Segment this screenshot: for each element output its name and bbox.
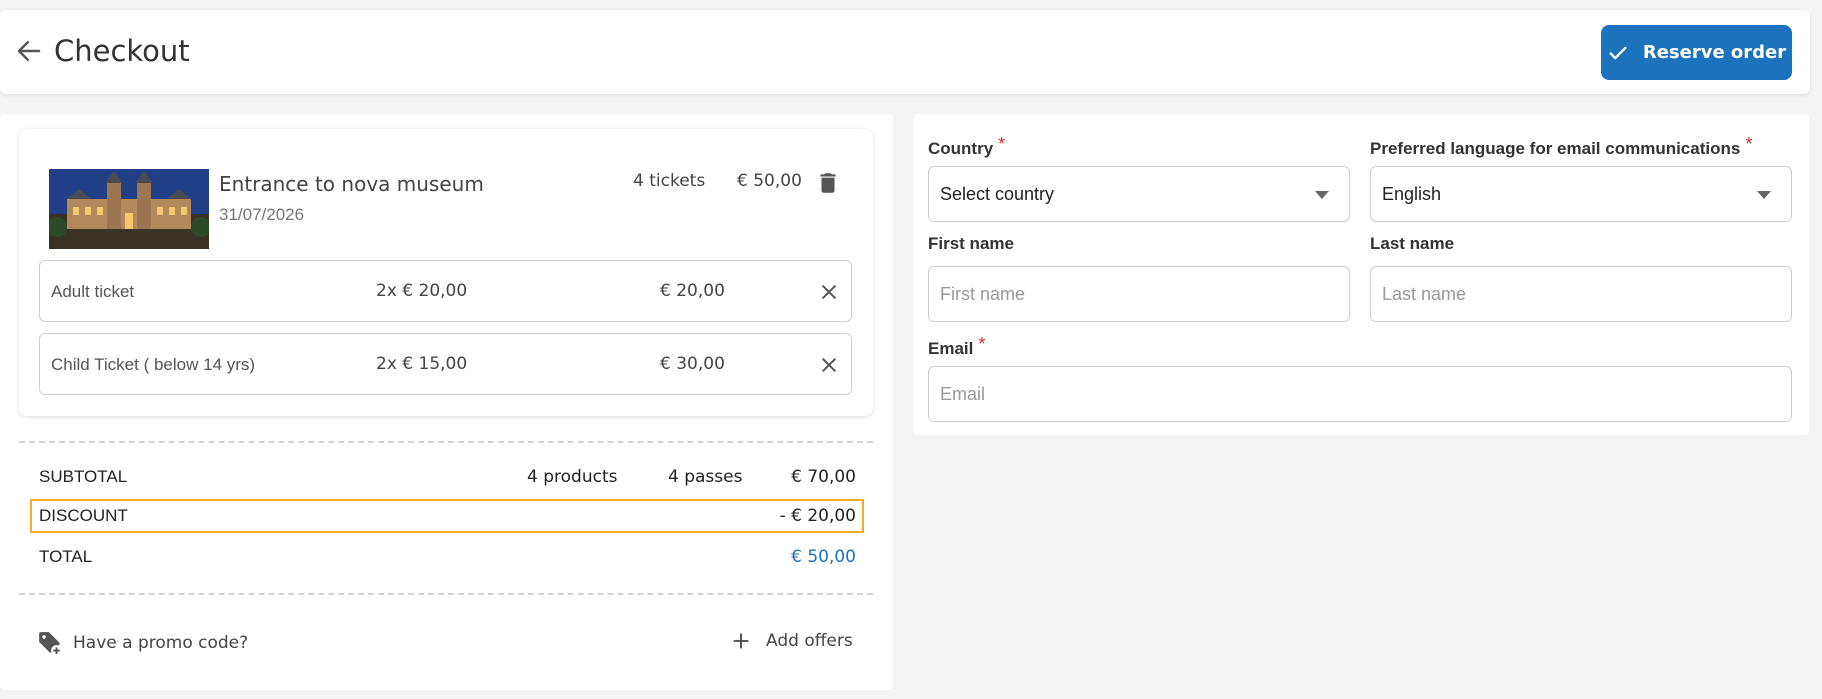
reserve-order-label: Reserve order [1642,42,1787,63]
plus-icon [733,633,749,649]
ticket-row: Adult ticket 2x € 20,00 € 20,00 [39,260,852,322]
language-select-value: English [1382,184,1442,204]
subtotal-amount: € 70,00 [791,467,856,487]
email-input[interactable] [929,367,1791,421]
country-select-value: Select country [940,184,1055,204]
subtotal-row: SUBTOTAL 4 products 4 passes € 70,00 [30,460,864,494]
country-select[interactable]: Select country [928,166,1350,222]
required-marker: * [1745,134,1753,154]
caret-down-icon [1315,191,1329,199]
add-offers-button[interactable]: Add offers [730,630,853,652]
total-amount: € 50,00 [791,547,856,567]
product-date: 31/07/2026 [219,205,305,224]
arrow-left-icon[interactable] [14,36,44,66]
divider [19,593,873,595]
close-icon[interactable] [819,355,839,375]
discount-row: DISCOUNT - € 20,00 [30,499,864,533]
ticket-total: € 30,00 [660,354,725,374]
product-image [49,169,209,249]
page-title: Checkout [54,34,190,68]
product-count: 4 products [527,467,618,487]
required-marker: * [998,134,1006,154]
ticket-name: Adult ticket [51,282,135,301]
tag-plus-icon [39,632,62,656]
email-label: Email * [928,334,986,358]
subtotal-label: SUBTOTAL [39,467,128,486]
cart-panel: Entrance to nova museum 31/07/2026 4 tic… [0,114,893,690]
total-label: TOTAL [39,547,93,566]
add-offers-label: Add offers [766,631,853,651]
trash-icon[interactable] [815,169,841,197]
first-name-label: First name [928,234,1014,253]
close-icon[interactable] [819,282,839,302]
checkout-header: Checkout Reserve order [0,10,1810,94]
last-name-input[interactable] [1371,267,1791,321]
promo-code-label: Have a promo code? [73,633,249,653]
customer-form: Country * Select country Preferred langua… [913,114,1809,435]
discount-amount: - € 20,00 [779,506,856,526]
required-marker: * [978,334,986,354]
total-row: TOTAL € 50,00 [30,540,864,574]
reserve-order-button[interactable]: Reserve order [1601,25,1792,80]
caret-down-icon [1757,191,1771,199]
last-name-label: Last name [1370,234,1455,253]
ticket-name: Child Ticket ( below 14 yrs) [51,355,256,374]
email-field[interactable] [928,366,1792,422]
product-quantity: 4 tickets [633,171,706,191]
product-name: Entrance to nova museum [219,172,484,196]
first-name-input[interactable] [929,267,1349,321]
promo-code-link[interactable]: Have a promo code? [37,630,248,656]
ticket-row: Child Ticket ( below 14 yrs) 2x € 15,00 … [39,333,852,395]
museum-photo-icon [49,169,209,249]
language-label: Preferred language for email communicati… [1370,134,1753,158]
divider [19,441,873,443]
discount-label: DISCOUNT [39,506,128,525]
ticket-unit-price: 2x € 15,00 [376,354,468,374]
ticket-total: € 20,00 [660,281,725,301]
product-card: Entrance to nova museum 31/07/2026 4 tic… [19,129,873,416]
check-icon [1609,46,1627,59]
language-select[interactable]: English [1370,166,1792,222]
first-name-field[interactable] [928,266,1350,322]
country-label: Country * [928,134,1006,158]
product-price: € 50,00 [737,171,802,191]
last-name-field[interactable] [1370,266,1792,322]
ticket-unit-price: 2x € 20,00 [376,281,468,301]
pass-count: 4 passes [668,467,743,487]
